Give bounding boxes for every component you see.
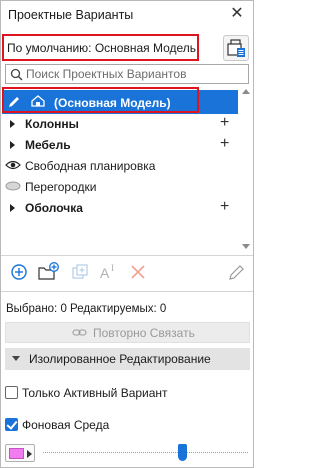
variants-toolbar: A I <box>1 256 253 288</box>
svg-text:I: I <box>111 263 114 273</box>
title-bar: Проектные Варианты ✕ <box>1 1 253 30</box>
relink-button-label: Повторно Связать <box>93 326 195 340</box>
eye-visible-icon[interactable] <box>5 160 21 170</box>
dropdown-arrow-icon <box>27 450 32 458</box>
isolated-editing-section[interactable]: Изолированное Редактирование <box>5 348 250 370</box>
variants-tree: (Основная Модель) Колонны + Мебель + Сво… <box>2 87 253 255</box>
background-color-picker[interactable] <box>5 444 35 462</box>
tree-row-partitions[interactable]: Перегородки <box>2 177 238 196</box>
house-icon <box>31 95 45 107</box>
tree-row-columns[interactable]: Колонны + <box>2 114 238 133</box>
rename-icon[interactable]: A I <box>99 262 121 282</box>
delete-icon[interactable] <box>128 262 148 282</box>
add-icon[interactable]: + <box>220 115 229 131</box>
opacity-slider[interactable] <box>43 444 248 461</box>
expand-triangle-icon[interactable] <box>10 141 15 149</box>
divider <box>1 291 253 292</box>
default-variant-box: По умолчанию: Основная Модель <box>2 34 199 61</box>
search-icon <box>10 68 23 81</box>
add-icon[interactable]: + <box>220 199 229 215</box>
tree-scrollbar[interactable] <box>239 87 251 253</box>
panel-title: Проектные Варианты <box>8 8 134 22</box>
new-folder-icon[interactable] <box>37 262 61 282</box>
tree-row-label: Перегородки <box>25 180 97 194</box>
collapse-triangle-icon <box>12 356 20 361</box>
tree-row-shell[interactable]: Оболочка + <box>2 198 238 217</box>
edit-pencil-icon <box>9 97 19 107</box>
duplicate-icon[interactable] <box>70 262 90 282</box>
slider-thumb[interactable] <box>178 444 187 461</box>
close-icon[interactable]: ✕ <box>229 6 245 22</box>
tree-row-open-plan[interactable]: Свободная планировка <box>2 156 238 175</box>
tree-row-furniture[interactable]: Мебель + <box>2 135 238 154</box>
tree-row-label: Мебель <box>25 138 71 152</box>
design-options-panel: Проектные Варианты ✕ По умолчанию: Основ… <box>0 0 254 468</box>
tree-row-label: Колонны <box>25 117 79 131</box>
tree-row-label: Оболочка <box>25 201 83 215</box>
relink-button[interactable]: Повторно Связать <box>5 322 250 343</box>
expand-triangle-icon[interactable] <box>10 204 15 212</box>
add-icon[interactable]: + <box>220 136 229 152</box>
search-input[interactable] <box>26 66 241 82</box>
background-environment-option[interactable]: Фоновая Среда <box>5 418 205 434</box>
only-active-label: Только Активный Вариант <box>22 386 168 400</box>
link-icon <box>72 329 87 336</box>
expand-triangle-icon[interactable] <box>10 120 15 128</box>
selection-status: Выбрано: 0 Редактируемых: 0 <box>6 303 167 315</box>
tree-row-main-model[interactable]: (Основная Модель) <box>2 90 238 114</box>
eye-hidden-icon[interactable] <box>5 181 21 191</box>
only-active-checkbox[interactable] <box>5 386 18 399</box>
scroll-down-arrow-icon[interactable] <box>242 244 250 249</box>
color-swatch <box>9 448 24 459</box>
add-variant-icon[interactable] <box>9 262 29 282</box>
only-active-variant-option[interactable]: Только Активный Вариант <box>5 386 205 402</box>
tree-row-label: Свободная планировка <box>25 159 156 173</box>
default-variant-label: По умолчанию: Основная Модель <box>7 41 197 55</box>
manage-variants-button[interactable] <box>223 35 249 61</box>
edit-pencil-icon[interactable] <box>227 262 247 282</box>
tree-row-label: (Основная Модель) <box>54 96 171 110</box>
background-label: Фоновая Среда <box>22 418 110 432</box>
background-checkbox[interactable] <box>5 418 18 431</box>
scroll-up-arrow-icon[interactable] <box>242 89 250 94</box>
search-box <box>5 64 249 84</box>
section-title: Изолированное Редактирование <box>29 352 211 366</box>
variants-manager-icon <box>227 39 245 57</box>
svg-text:A: A <box>100 265 110 281</box>
